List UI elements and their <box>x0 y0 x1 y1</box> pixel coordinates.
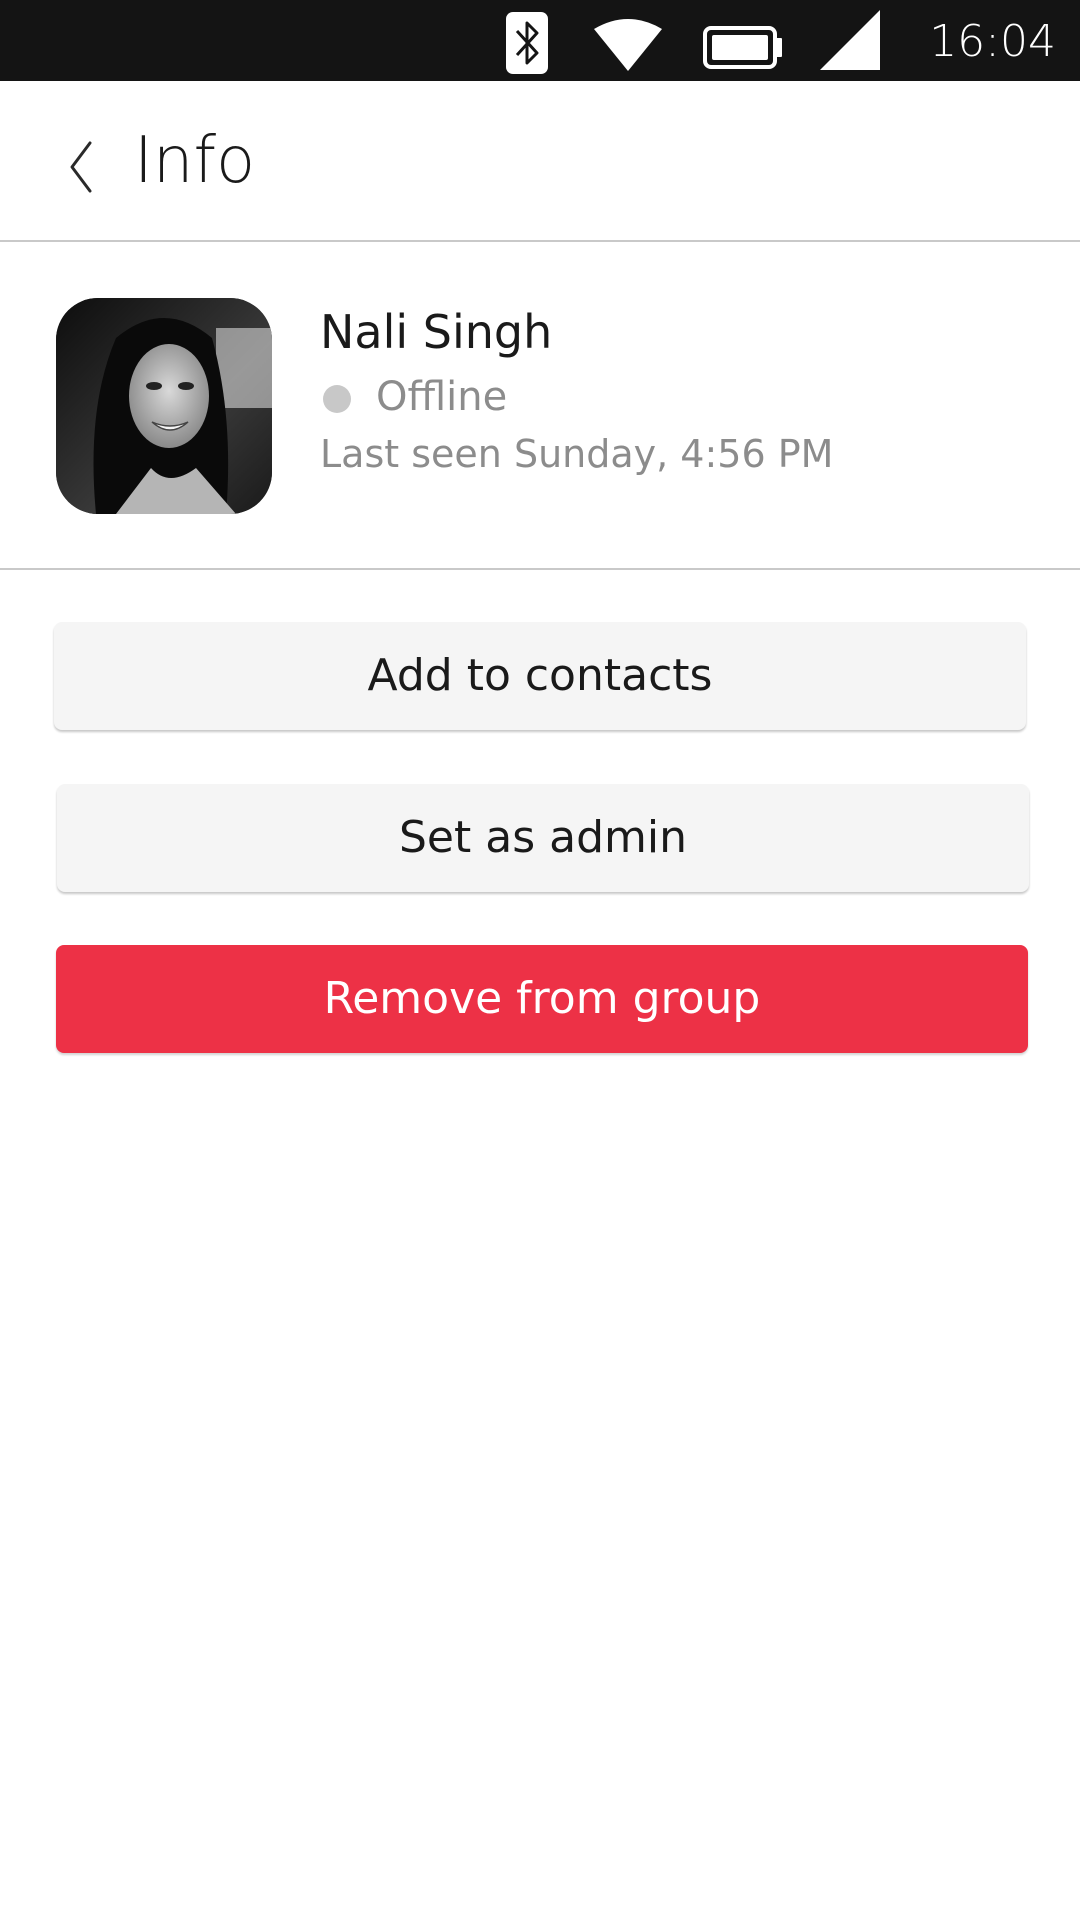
presence-status: Offline <box>376 374 508 420</box>
remove-from-group-button[interactable]: Remove from group <box>56 945 1028 1053</box>
bluetooth-icon <box>506 12 548 74</box>
add-to-contacts-button[interactable]: Add to contacts <box>54 622 1026 730</box>
avatar <box>56 298 272 514</box>
status-time: 16:04 <box>929 16 1056 67</box>
presence-dot <box>323 385 351 413</box>
cellular-signal-icon <box>820 10 880 70</box>
avatar-photo <box>56 298 272 514</box>
battery-icon <box>703 26 782 69</box>
chevron-left-icon <box>70 141 92 193</box>
header: Info <box>0 81 1080 242</box>
contact-name: Nali Singh <box>320 305 553 359</box>
last-seen: Last seen Sunday, 4:56 PM <box>320 432 834 476</box>
wifi-icon <box>594 19 662 71</box>
set-as-admin-button[interactable]: Set as admin <box>57 784 1029 892</box>
contact-profile: Nali Singh Offline Last seen Sunday, 4:5… <box>0 242 1080 570</box>
page-title: Info <box>134 124 256 198</box>
status-bar: 16:04 <box>0 0 1080 81</box>
back-button[interactable] <box>56 127 106 207</box>
